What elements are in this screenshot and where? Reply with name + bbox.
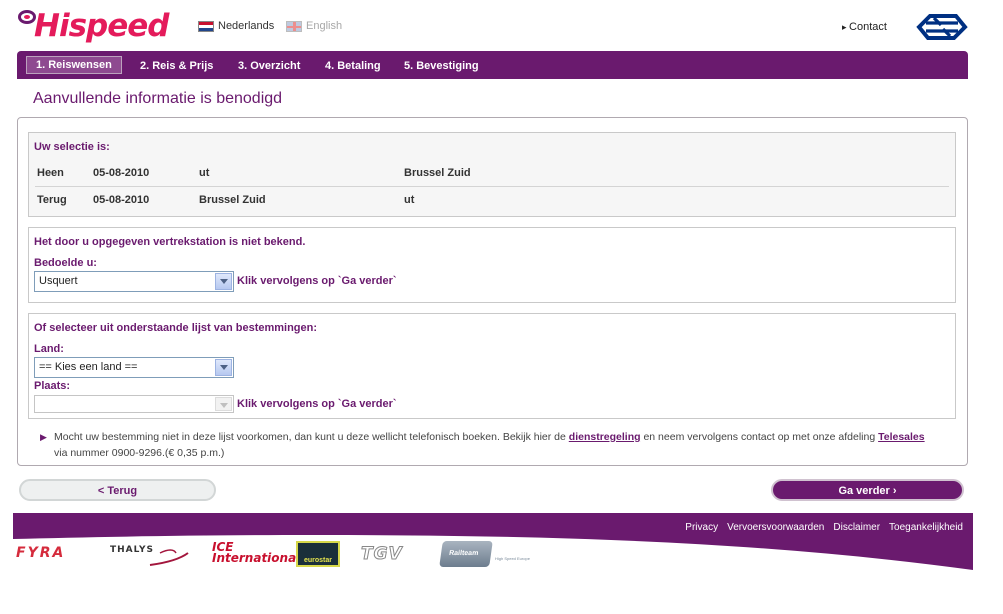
row-from: Brussel Zuid	[199, 194, 266, 206]
ns-logo[interactable]	[916, 14, 968, 40]
station-suggestion-select[interactable]: Usquert	[34, 271, 234, 292]
telesales-link[interactable]: Telesales	[878, 431, 925, 443]
chevron-down-icon[interactable]	[215, 273, 232, 290]
thalys-swoosh-icon	[149, 549, 189, 566]
note-text-3: via nummer 0900-9296.(€ 0,35 p.m.)	[54, 447, 225, 459]
step-navigation: 1. Reiswensen 2. Reis & Prijs 3. Overzic…	[17, 51, 968, 79]
destination-list-box: Of selecteer uit onderstaande lijst van …	[28, 313, 956, 419]
eurostar-logo[interactable]: eurostar	[296, 541, 340, 567]
place-select[interactable]	[34, 395, 234, 413]
telephone-booking-note: ▶ Mocht uw bestemming niet in deze lijst…	[40, 429, 960, 461]
footer-link-privacy[interactable]: Privacy	[685, 522, 718, 533]
hispeed-logo-text: Hispeed	[34, 8, 169, 44]
row-from: ut	[199, 167, 210, 179]
tgv-logo[interactable]: TGV	[361, 544, 403, 565]
row-divider	[35, 186, 949, 187]
contact-link[interactable]: Contact	[842, 21, 887, 33]
note-text-1: Mocht uw bestemming niet in deze lijst v…	[54, 431, 569, 443]
row-to: ut	[404, 194, 415, 206]
ice-logo-text: ICE International	[212, 540, 301, 565]
railteam-logo-text: Railteam	[448, 550, 479, 557]
country-select-value: == Kies een land ==	[39, 361, 138, 373]
footer-link-toegankelijkheid[interactable]: Toegankelijkheid	[889, 522, 963, 533]
hispeed-logo[interactable]: Hispeed	[18, 8, 169, 46]
footer-links: Privacy Vervoersvoorwaarden Disclaimer T…	[685, 522, 963, 533]
language-en-label: English	[306, 20, 343, 32]
step-betaling[interactable]: 4. Betaling	[325, 57, 381, 75]
place-hint: Klik vervolgens op `Ga verder`	[237, 398, 397, 410]
step-bevestiging[interactable]: 5. Bevestiging	[404, 57, 479, 75]
country-label: Land:	[34, 343, 64, 355]
continue-button[interactable]: Ga verder ›	[771, 479, 964, 501]
dienstregeling-link[interactable]: dienstregeling	[569, 431, 641, 443]
row-date: 05-08-2010	[93, 167, 150, 179]
row-date: 05-08-2010	[93, 194, 150, 206]
selection-title: Uw selectie is:	[34, 141, 110, 153]
railteam-tagline: High Speed Europe	[495, 556, 530, 561]
language-nl-label: Nederlands	[218, 20, 275, 32]
bedoelde-u-label: Bedoelde u:	[34, 257, 97, 269]
unknown-station-box: Het door u opgegeven vertrekstation is n…	[28, 227, 956, 303]
selection-box: Uw selectie is: Heen 05-08-2010 ut Bruss…	[28, 132, 956, 217]
station-hint: Klik vervolgens op `Ga verder`	[237, 275, 397, 287]
page-title: Aanvullende informatie is benodigd	[33, 90, 283, 107]
note-text-2: en neem vervolgens contact op met onze a…	[640, 431, 879, 443]
railteam-logo[interactable]: Railteam	[439, 541, 493, 567]
main-panel: Uw selectie is: Heen 05-08-2010 ut Bruss…	[17, 117, 968, 466]
destination-list-title: Of selecteer uit onderstaande lijst van …	[34, 322, 318, 334]
flag-uk-icon	[286, 20, 302, 32]
unknown-station-title: Het door u opgegeven vertrekstation is n…	[34, 236, 306, 248]
ice-international-logo[interactable]: ICE International	[212, 540, 301, 565]
chevron-down-icon[interactable]	[215, 397, 232, 411]
language-nl[interactable]: Nederlands	[198, 20, 274, 32]
footer-link-vervoersvoorwaarden[interactable]: Vervoersvoorwaarden	[727, 522, 824, 533]
step-reis-prijs[interactable]: 2. Reis & Prijs	[140, 57, 213, 75]
back-button[interactable]: < Terug	[19, 479, 216, 501]
eurostar-logo-text: eurostar	[303, 557, 332, 564]
row-direction: Heen	[37, 167, 64, 179]
country-select[interactable]: == Kies een land ==	[34, 357, 234, 378]
language-en[interactable]: English	[286, 20, 342, 32]
flag-nl-icon	[198, 20, 214, 32]
row-to: Brussel Zuid	[404, 167, 471, 179]
station-suggestion-value: Usquert	[39, 275, 78, 287]
fyra-logo[interactable]: FYRA	[16, 545, 65, 561]
step-reiswensen[interactable]: 1. Reiswensen	[26, 56, 122, 74]
row-direction: Terug	[37, 194, 67, 206]
bullet-arrow-icon: ▶	[40, 432, 47, 442]
footer-link-disclaimer[interactable]: Disclaimer	[833, 522, 880, 533]
step-overzicht[interactable]: 3. Overzicht	[238, 57, 300, 75]
place-label: Plaats:	[34, 380, 71, 392]
thalys-logo[interactable]: THALYS	[110, 543, 189, 566]
chevron-down-icon[interactable]	[215, 359, 232, 376]
